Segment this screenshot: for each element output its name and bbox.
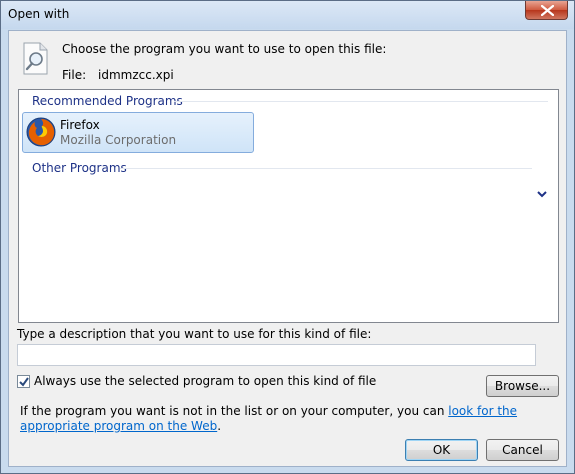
always-use-label[interactable]: Always use the selected program to open … <box>34 374 376 388</box>
file-search-icon <box>23 42 48 75</box>
title-bar[interactable]: Open with <box>1 1 574 29</box>
close-button[interactable] <box>525 1 568 20</box>
check-icon <box>19 377 29 387</box>
window-title: Open with <box>8 7 70 21</box>
always-use-checkbox[interactable] <box>17 375 30 388</box>
description-input[interactable] <box>17 344 536 366</box>
program-list[interactable]: Recommended Programs Firefox Mozilla Cor… <box>18 89 559 323</box>
cancel-button[interactable]: Cancel <box>486 439 559 461</box>
close-icon <box>541 5 554 16</box>
group-divider <box>120 168 532 169</box>
file-name: idmmzcc.xpi <box>98 68 174 82</box>
file-label: File: <box>62 68 87 82</box>
program-item-firefox[interactable]: Firefox Mozilla Corporation <box>22 112 254 153</box>
group-divider <box>174 101 548 102</box>
chevron-down-icon[interactable] <box>537 191 547 198</box>
other-programs-header[interactable]: Other Programs <box>32 161 127 175</box>
prompt-text: Choose the program you want to use to op… <box>62 42 387 56</box>
description-label: Type a description that you want to use … <box>17 327 372 341</box>
browse-button[interactable]: Browse... <box>486 375 559 397</box>
recommended-programs-header[interactable]: Recommended Programs <box>32 94 183 108</box>
open-with-dialog: Open with Choose the program you want to… <box>0 0 575 474</box>
info-text-body: If the program you want is not in the li… <box>20 404 449 418</box>
info-text: If the program you want is not in the li… <box>20 404 560 434</box>
program-publisher: Mozilla Corporation <box>60 133 177 147</box>
dialog-body: Choose the program you want to use to op… <box>8 30 567 467</box>
program-name: Firefox <box>60 118 100 132</box>
info-text-end: . <box>217 419 222 433</box>
firefox-icon <box>26 117 56 147</box>
ok-button[interactable]: OK <box>405 439 478 461</box>
